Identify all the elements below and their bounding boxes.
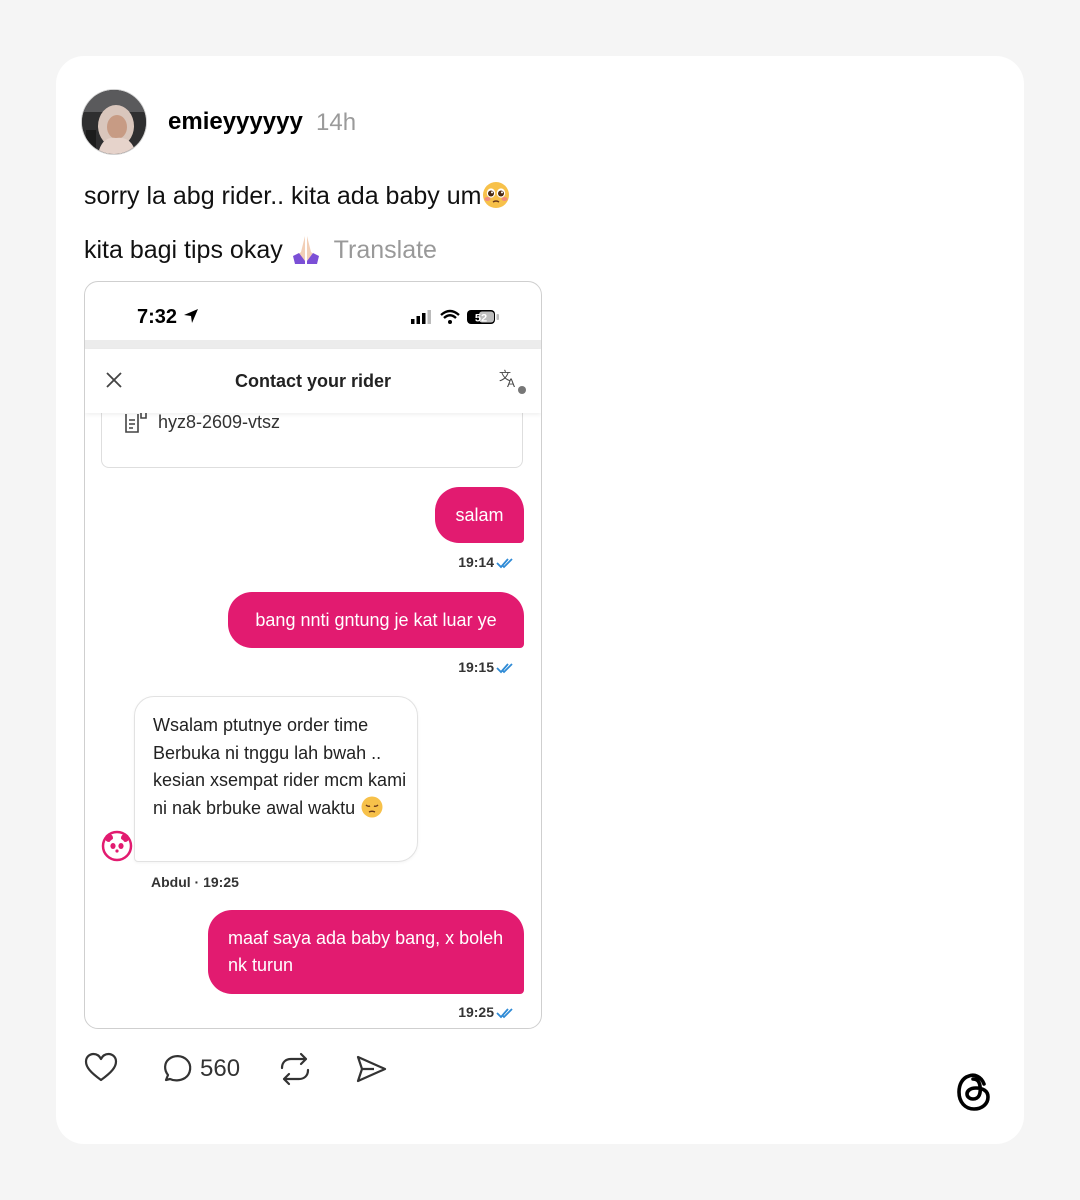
message-out: bang nnti gntung je kat luar ye [228, 592, 524, 648]
location-arrow-icon [183, 309, 198, 323]
message-out: maaf saya ada baby bang, x boleh nk turu… [208, 910, 524, 994]
battery-icon: 52 [467, 310, 499, 325]
comment-icon[interactable] [160, 1052, 194, 1091]
message-out-text: maaf saya ada baby bang, x boleh nk turu… [228, 928, 504, 975]
translate-icon[interactable]: 文A [499, 367, 527, 400]
message-timestamp: 19:15 [458, 659, 514, 675]
repost-icon[interactable] [278, 1052, 312, 1091]
username[interactable]: emieyyyyyy [168, 108, 303, 136]
action-bar: 560 [84, 1052, 484, 1092]
post-caption-line2: kita bagi tips okay Translate [84, 234, 437, 271]
avatar[interactable] [82, 90, 146, 154]
order-code: hyz8-2609-vtsz [158, 412, 281, 432]
message-timestamp: 19:14 [458, 554, 514, 570]
reply-count: 560 [200, 1055, 241, 1082]
chat-header: Contact your rider 文A [85, 349, 541, 413]
pensive-face-icon [361, 796, 383, 817]
sender-info: Abdul · 19:25 [151, 874, 239, 890]
post-caption-line1: sorry la abg rider.. kita ada baby um [84, 180, 511, 217]
share-icon[interactable] [354, 1052, 388, 1091]
status-icons: 52 [411, 308, 503, 331]
receipt-icon [124, 412, 148, 439]
pleading-face-icon [481, 180, 511, 217]
message-timestamp: 19:25 [458, 1004, 514, 1020]
message-out: salam [435, 487, 524, 543]
svg-text:52: 52 [475, 313, 487, 325]
threads-logo-icon[interactable] [954, 1070, 994, 1119]
read-ticks-icon [496, 663, 513, 674]
caption-text-2: kita bagi tips okay [84, 236, 283, 264]
post-card: emieyyyyyy 14h sorry la abg rider.. kita… [56, 56, 1024, 1144]
caption-text-1: sorry la abg rider.. kita ada baby um [84, 182, 482, 210]
post-time: 14h [316, 109, 357, 136]
heart-icon[interactable] [84, 1052, 118, 1089]
message-in-text: Wsalam ptutnye order time Berbuka ni tng… [153, 715, 407, 818]
foodpanda-avatar-icon [101, 830, 133, 867]
wifi-icon [440, 309, 460, 324]
chat-title: Contact your rider [234, 371, 392, 391]
message-in: Wsalam ptutnye order time Berbuka ni tng… [134, 696, 418, 862]
status-time: 7:32 [137, 306, 199, 329]
svg-text:A: A [507, 376, 515, 390]
divider-band [85, 340, 541, 349]
translate-link[interactable]: Translate [334, 236, 437, 264]
read-ticks-icon [496, 558, 513, 569]
signal-icon [411, 310, 431, 324]
read-ticks-icon [496, 1008, 513, 1019]
attached-screenshot[interactable]: 7:32 52 Contact your rider 文A hyz8-2609-… [84, 281, 542, 1029]
folded-hands-icon [290, 234, 322, 271]
